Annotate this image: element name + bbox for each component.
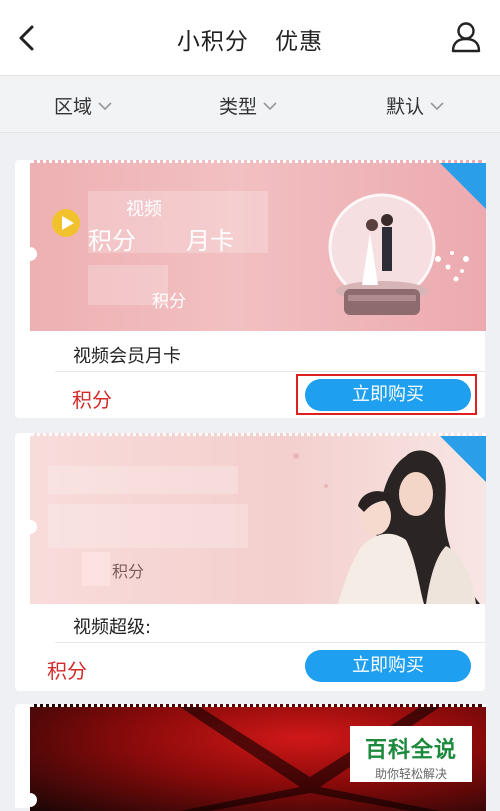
buy-now-button[interactable]: 立即购买 <box>305 650 471 682</box>
user-button[interactable] <box>450 20 482 54</box>
product-card[interactable]: 积分 视频超级: 积分 立即购买 <box>15 433 486 691</box>
chevron-down-icon <box>263 101 277 110</box>
blurred-region <box>82 552 110 586</box>
banner-line-2b: 月卡 <box>186 227 234 255</box>
banner-line-2a: 积分 <box>88 227 136 255</box>
snow-globe-illustration <box>328 193 469 315</box>
app-header: 小积分 优惠 <box>0 0 500 76</box>
banner-line-1: 视频 <box>126 199 162 220</box>
chevron-down-icon <box>98 101 112 110</box>
filter-type[interactable]: 类型 <box>219 92 277 119</box>
product-price: 积分 <box>72 388 112 412</box>
ticket-notch <box>30 793 37 807</box>
banner-line-1: 积分 <box>112 562 145 581</box>
filter-sort[interactable]: 默认 <box>386 92 444 119</box>
filter-type-label: 类型 <box>219 96 258 118</box>
ticket-notch <box>30 247 37 261</box>
watermark-logo: 百科全说 助你轻松解决 <box>350 726 472 782</box>
title-part-2: 优惠 <box>275 29 324 55</box>
product-price: 积分 <box>47 659 87 683</box>
filter-region-label: 区域 <box>54 96 93 118</box>
banner-line-3: 积分 <box>152 292 186 312</box>
product-banner[interactable]: 视频 积分 月卡 积分 <box>30 160 486 331</box>
blurred-region <box>48 466 238 494</box>
page-title: 小积分 优惠 <box>0 22 500 56</box>
video-logo-icon <box>52 209 80 237</box>
ticket-notch <box>30 520 37 534</box>
card-divider <box>55 642 485 643</box>
blurred-region <box>48 504 248 548</box>
filter-sort-label: 默认 <box>386 96 425 118</box>
filter-bar: 区域 类型 默认 <box>0 76 500 133</box>
product-name: 视频会员月卡 <box>73 346 181 367</box>
card-divider <box>55 371 485 372</box>
highlight-box <box>296 374 477 415</box>
chevron-down-icon <box>430 101 444 110</box>
filter-region[interactable]: 区域 <box>54 92 112 119</box>
product-name: 视频超级: <box>73 617 152 638</box>
user-icon <box>451 22 481 53</box>
couple-illustration <box>293 450 480 604</box>
watermark-sub-text: 助你轻松解决 <box>374 767 447 781</box>
product-banner[interactable]: 积分 <box>30 433 486 604</box>
watermark-main-text: 百科全说 <box>364 738 457 763</box>
title-part-1: 小积分 <box>176 29 249 55</box>
